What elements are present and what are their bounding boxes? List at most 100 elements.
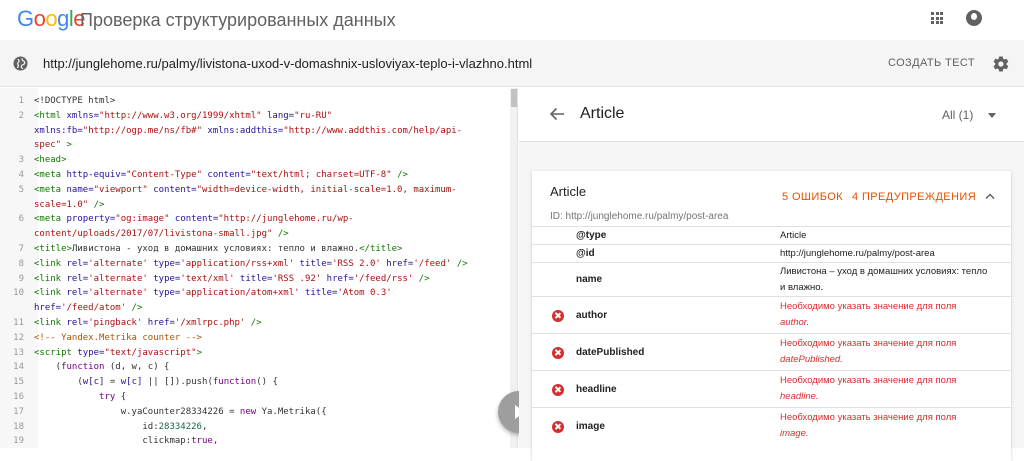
line-number bbox=[0, 138, 34, 153]
logo-letter: o bbox=[33, 6, 46, 31]
code-text: <head> bbox=[34, 155, 67, 166]
results-header: Article All (1) bbox=[519, 88, 1024, 142]
line-number bbox=[0, 301, 34, 316]
property-row[interactable]: image Необходимо указать значение для пол… bbox=[532, 407, 1011, 444]
create-test-button[interactable]: СОЗДАТЬ ТЕСТ bbox=[880, 53, 983, 73]
code-line: 3 <head> bbox=[0, 153, 510, 168]
property-row: name Ливистона – уход в домашних условиях… bbox=[532, 262, 1011, 296]
article-card: Article ID: http://junglehome.ru/palmy/p… bbox=[532, 171, 1011, 461]
property-key: @type bbox=[576, 230, 607, 241]
code-line: 12 <!-- Yandex.Metrika counter --> bbox=[0, 331, 510, 346]
chevron-up-icon[interactable] bbox=[985, 193, 995, 199]
card-id: ID: http://junglehome.ru/palmy/post-area bbox=[550, 211, 729, 222]
code-text: <title>Ливистона - уход в домашних услов… bbox=[34, 243, 403, 254]
code-line: 7 <title>Ливистона - уход в домашних усло… bbox=[0, 242, 510, 257]
property-row[interactable]: headline Необходимо указать значение для … bbox=[532, 370, 1011, 407]
code-text: <html xmlns="http://www.w3.org/1999/xhtm… bbox=[34, 110, 333, 121]
code-text: <meta property="og:image" content="http:… bbox=[34, 214, 354, 225]
line-number: 14 bbox=[13, 362, 24, 373]
code-line: 10 <link rel='alternate' type='applicatio… bbox=[0, 286, 510, 301]
code-line: 6 <meta property="og:image" content="http… bbox=[0, 212, 510, 227]
source-code-panel[interactable]: 1 <!DOCTYPE html> 2 <html xmlns="http://www… bbox=[0, 88, 518, 448]
url-value[interactable]: http://junglehome.ru/palmy/livistona-uxo… bbox=[43, 55, 532, 72]
property-value: Article bbox=[780, 230, 807, 241]
code-line: 15 (w[c] = w[c] || []).push(function() { bbox=[0, 375, 510, 390]
property-row: @id http://junglehome.ru/palmy/post-area bbox=[532, 244, 1011, 262]
apps-grid-icon[interactable] bbox=[931, 12, 943, 24]
url-bar: http://junglehome.ru/palmy/livistona-uxo… bbox=[0, 40, 1024, 87]
code-line: 13 <script type="text/javascript"> bbox=[0, 346, 510, 361]
logo-letter: g bbox=[57, 6, 69, 31]
errors-count[interactable]: 5 ОШИБОК bbox=[782, 191, 843, 203]
filter-dropdown[interactable]: All (1) bbox=[942, 108, 973, 122]
property-value: http://junglehome.ru/palmy/post-area bbox=[780, 248, 935, 259]
property-key: headline bbox=[576, 383, 617, 395]
property-key: name bbox=[576, 274, 603, 285]
code-line: 5 <meta name="viewport" content="width=de… bbox=[0, 183, 510, 198]
code-text: content/uploads/2017/07/livistona-small.… bbox=[34, 229, 289, 240]
code-line: 14 (function (d, w, c) { bbox=[0, 360, 510, 375]
account-icon[interactable] bbox=[966, 10, 982, 26]
code-text: <link rel='alternate' type='text/xml' ti… bbox=[34, 273, 430, 284]
results-title: Article bbox=[580, 105, 625, 122]
code-text: <meta name="viewport" content="width=dev… bbox=[34, 184, 457, 195]
code-text: <link rel='alternate' type='application/… bbox=[34, 258, 468, 269]
code-text: <!DOCTYPE html> bbox=[34, 96, 116, 106]
top-header: Google Проверка структурированных данных bbox=[0, 0, 1024, 40]
warnings-count[interactable]: 4 ПРЕДУПРЕЖДЕНИЯ bbox=[852, 191, 976, 203]
code-text: <script type="text/javascript"> bbox=[34, 347, 202, 358]
line-number: 10 bbox=[13, 288, 24, 299]
globe-icon bbox=[13, 56, 28, 71]
code-line: 17 w.yaCounter28334226 = new Ya.Metrika(… bbox=[0, 405, 510, 420]
property-value: Необходимо указать значение для поля auth… bbox=[780, 301, 957, 328]
property-key: author bbox=[576, 309, 608, 321]
code-text: xmlns:fb="http://ogp.me/ns/fb#" xmlns:ad… bbox=[34, 125, 463, 136]
line-number: 15 bbox=[13, 377, 24, 388]
code-editor[interactable]: 1 <!DOCTYPE html> 2 <html xmlns="http://www… bbox=[0, 94, 510, 448]
error-icon bbox=[552, 383, 564, 396]
line-number: 9 bbox=[18, 273, 24, 284]
code-text: id:28334226, bbox=[34, 421, 208, 432]
property-key: datePublished bbox=[576, 346, 645, 358]
line-number: 5 bbox=[18, 184, 24, 195]
line-number: 4 bbox=[18, 169, 24, 180]
back-arrow-icon[interactable] bbox=[549, 107, 565, 121]
line-number: 17 bbox=[13, 406, 24, 417]
page-title: Проверка структурированных данных bbox=[80, 10, 396, 30]
code-line: 9 <link rel='alternate' type='text/xml' t… bbox=[0, 272, 510, 287]
line-number bbox=[0, 227, 34, 242]
google-logo[interactable]: Google bbox=[17, 6, 86, 32]
line-number: 13 bbox=[13, 347, 24, 358]
code-line: 8 <link rel='alternate' type='application… bbox=[0, 257, 510, 272]
line-number: 2 bbox=[18, 110, 24, 121]
error-icon bbox=[552, 420, 564, 433]
line-number: 1 bbox=[18, 96, 24, 106]
property-row[interactable]: datePublished Необходимо указать значение… bbox=[532, 333, 1011, 370]
code-line: 18 id:28334226, bbox=[0, 420, 510, 435]
code-scrollbar-thumb[interactable] bbox=[511, 89, 517, 107]
dropdown-arrow-icon[interactable] bbox=[988, 113, 996, 118]
property-row[interactable]: author Необходимо указать значение для по… bbox=[532, 296, 1011, 333]
line-number: 11 bbox=[13, 317, 24, 328]
code-line: href='/feed/atom' /> bbox=[0, 301, 510, 316]
code-text: clickmap:true, bbox=[34, 436, 219, 447]
code-line: 2 <html xmlns="http://www.w3.org/1999/xht… bbox=[0, 109, 510, 124]
code-text: <link rel='pingback' href='/xmlrpc.php' … bbox=[34, 317, 262, 328]
code-text: href='/feed/atom' /> bbox=[34, 303, 143, 314]
logo-letter: o bbox=[45, 6, 58, 31]
code-line: 19 clickmap:true, bbox=[0, 434, 510, 448]
property-row: @type Article bbox=[532, 226, 1011, 244]
line-number: 6 bbox=[18, 214, 24, 225]
logo-letter: G bbox=[17, 6, 34, 31]
code-text: scale=1.0" /> bbox=[34, 199, 105, 210]
line-number: 18 bbox=[13, 421, 24, 432]
line-number: 8 bbox=[18, 258, 24, 269]
gear-icon[interactable] bbox=[992, 55, 1010, 73]
code-line: scale=1.0" /> bbox=[0, 198, 510, 213]
code-line: content/uploads/2017/07/livistona-small.… bbox=[0, 227, 510, 242]
line-number bbox=[0, 198, 34, 213]
line-number bbox=[0, 124, 34, 139]
error-icon bbox=[552, 346, 564, 359]
property-table: @type Article @id http://junglehome.ru/palm… bbox=[532, 226, 1011, 444]
code-line: spec" > bbox=[0, 138, 510, 153]
